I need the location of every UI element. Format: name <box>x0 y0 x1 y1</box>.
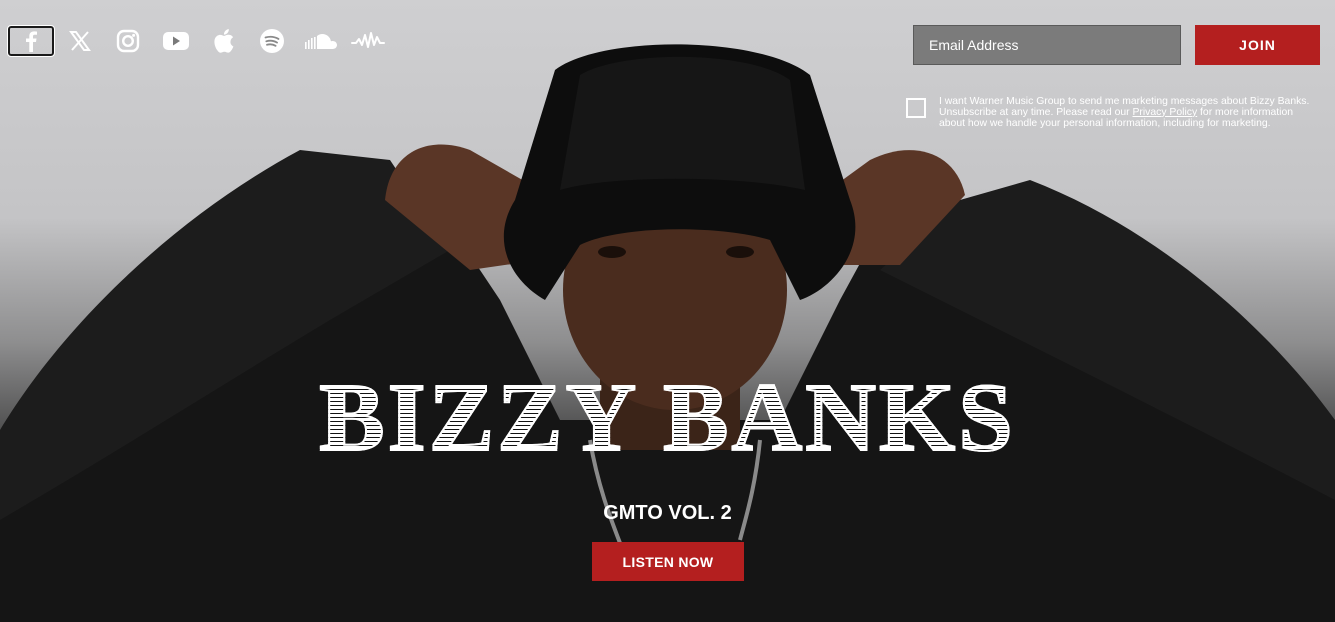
consent-checkbox[interactable] <box>906 98 926 118</box>
soundcloud-icon[interactable] <box>296 26 344 56</box>
artist-photo <box>0 44 1335 622</box>
apple-music-icon[interactable] <box>200 26 248 56</box>
audiomack-icon[interactable] <box>344 26 392 56</box>
social-links <box>7 25 392 57</box>
artist-name: BIZZY BANKS <box>0 362 1335 474</box>
spotify-icon[interactable] <box>248 26 296 56</box>
instagram-icon[interactable] <box>104 26 152 56</box>
release-title: GMTO VOL. 2 <box>603 502 732 524</box>
email-input[interactable] <box>913 25 1181 65</box>
facebook-icon[interactable] <box>7 25 55 57</box>
x-icon[interactable] <box>56 26 104 56</box>
privacy-policy-link[interactable]: Privacy Policy <box>1132 107 1197 118</box>
listen-now-button[interactable]: LISTEN NOW <box>592 542 744 581</box>
youtube-icon[interactable] <box>152 26 200 56</box>
consent-text: I want Warner Music Group to send me mar… <box>939 96 1319 129</box>
join-button[interactable]: JOIN <box>1195 25 1320 65</box>
